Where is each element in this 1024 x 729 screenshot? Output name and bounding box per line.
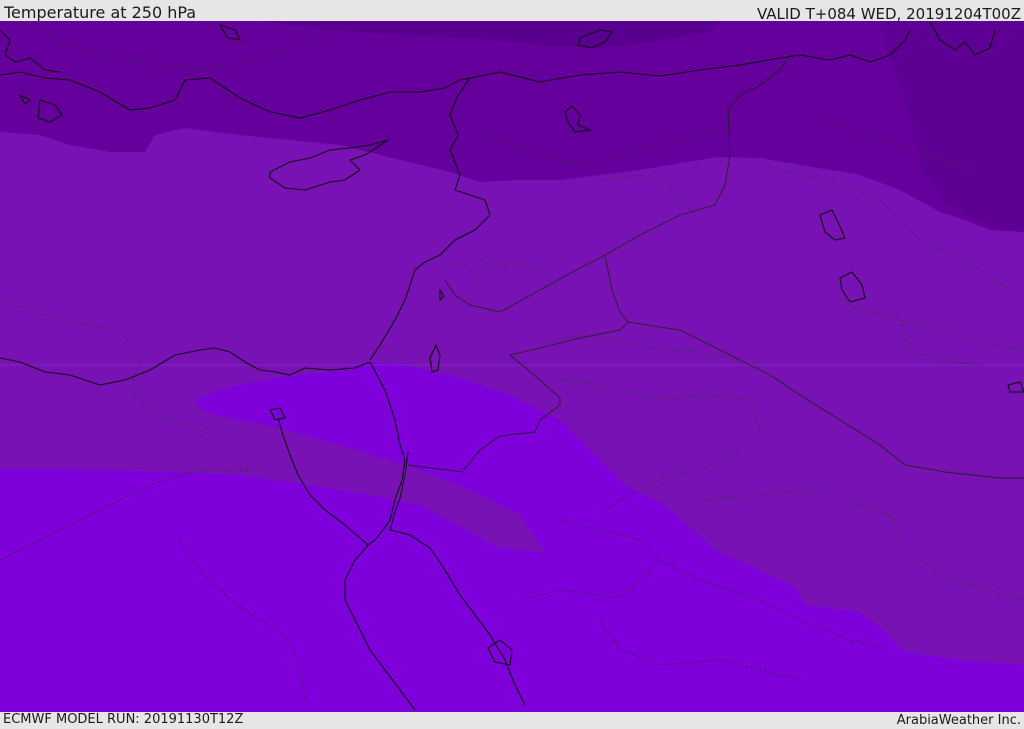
map-title: Temperature at 250 hPa: [4, 3, 197, 22]
model-run-label: ECMWF MODEL RUN: 20191130T12Z: [3, 712, 244, 727]
credit-label: ArabiaWeather Inc.: [896, 713, 1021, 728]
weather-map[interactable]: [0, 21, 1024, 712]
footer-bar: ECMWF MODEL RUN: 20191130T12Z ArabiaWeat…: [0, 712, 1024, 729]
header-bar: Temperature at 250 hPa VALID T+084 WED, …: [0, 0, 1024, 23]
